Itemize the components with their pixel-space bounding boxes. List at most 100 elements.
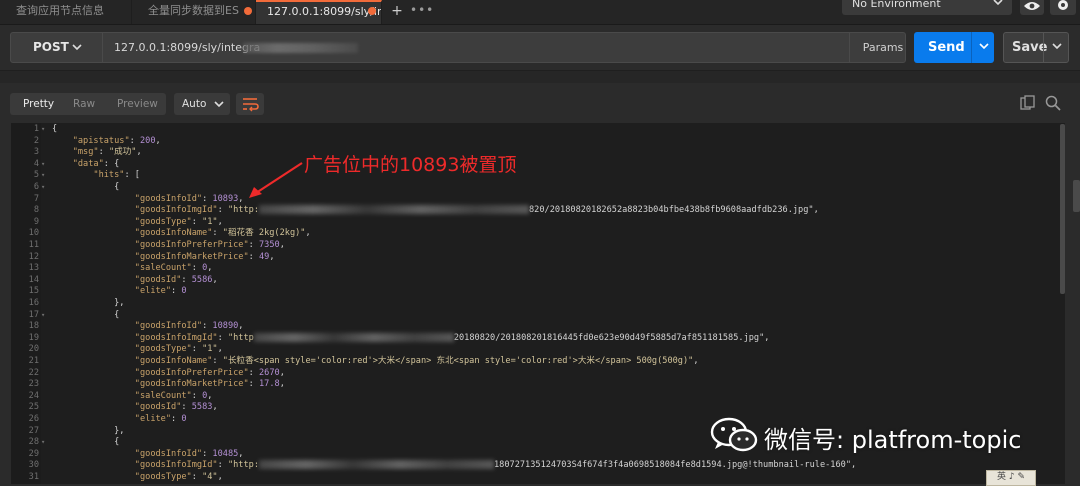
tab-0[interactable]: 查询应用节点信息 — [0, 0, 132, 24]
line-number: 27 — [28, 425, 39, 436]
code-text: "goodsType": "1", — [52, 217, 223, 229]
settings-button[interactable] — [1050, 0, 1076, 15]
code-text: "goodsInfoId": 10485, — [52, 449, 244, 461]
format-preview-button[interactable]: Preview — [117, 93, 158, 115]
code-segment: "msg": "成功", — [72, 147, 142, 158]
tab-2-active[interactable]: 127.0.0.1:8099/sly/in — [256, 0, 382, 24]
redacted-url-region — [259, 205, 529, 215]
code-text: "elite": 0 — [52, 414, 187, 426]
fold-toggle-icon[interactable]: ▾ — [41, 170, 45, 182]
line-number: 2 — [33, 135, 39, 146]
code-text: "goodsInfoName": "长粒香<span style='color:… — [52, 356, 699, 368]
line-number: 23 — [28, 379, 39, 390]
chevron-down-icon — [1052, 43, 1062, 50]
watermark: 微信号: platfrom-topic — [708, 414, 1058, 454]
code-text: "goodsInfoPreferPrice": 7350, — [52, 240, 285, 252]
code-segment: "goodsInfoPreferPrice": 7350, — [134, 240, 285, 250]
code-text: }, — [52, 426, 124, 438]
fold-toggle-icon[interactable]: ▾ — [41, 182, 45, 194]
save-options-button[interactable] — [1046, 32, 1068, 63]
line-number: 14 — [28, 274, 39, 285]
code-segment: "goodsId": 5586, — [134, 274, 218, 285]
format-pretty-button[interactable]: Pretty — [23, 93, 54, 115]
code-segment: "goodsInfoMarketPrice": 49, — [134, 251, 275, 262]
code-segment: "elite": 0 — [134, 286, 187, 297]
url-redacted-region — [243, 43, 358, 53]
code-text: "goodsInfoMarketPrice": 17.8, — [52, 379, 285, 391]
line-number: 28 — [28, 437, 39, 448]
code-segment: "goodsInfoName": "稻花香 2kg(2kg)", — [134, 228, 311, 239]
fold-toggle-icon[interactable]: ▾ — [41, 159, 45, 171]
code-line: 2 "apistatus": 200, — [11, 136, 1065, 148]
url-input[interactable]: 127.0.0.1:8099/sly/integra — [114, 33, 260, 62]
code-text: }, — [52, 298, 124, 310]
response-toolbar: Pretty Raw Preview Auto — [0, 83, 1080, 123]
wrap-lines-button[interactable] — [236, 93, 264, 115]
wrap-lines-icon — [243, 98, 259, 112]
pane-resize-handle[interactable] — [1073, 180, 1080, 212]
fold-toggle-icon[interactable]: ▾ — [41, 437, 45, 449]
annotation-label: 广告位中的10893被置顶 — [304, 154, 517, 176]
code-segment: "saleCount": 0, — [134, 390, 213, 401]
params-button[interactable]: Params — [849, 33, 916, 62]
code-line: 6 ▾ { — [11, 182, 1065, 194]
line-number: 19 — [28, 332, 39, 343]
tab-bar: 查询应用节点信息 全量同步数据到ES 127.0.0.1:8099/sly/in… — [0, 0, 1080, 25]
format-raw-button[interactable]: Raw — [73, 93, 95, 115]
code-line: 7 "goodsInfoId": 10893, — [11, 194, 1065, 206]
code-line: 10 "goodsInfoName": "稻花香 2kg(2kg)", — [11, 228, 1065, 240]
line-number: 16 — [28, 298, 39, 308]
send-options-button[interactable] — [974, 32, 994, 63]
code-text: "elite": 0 — [52, 286, 187, 298]
code-line: 22 "goodsInfoPreferPrice": 2670, — [11, 368, 1065, 380]
search-response-button[interactable] — [1045, 95, 1061, 111]
add-tab-button[interactable]: + — [388, 0, 406, 24]
copy-response-button[interactable] — [1020, 95, 1036, 111]
language-select[interactable]: Auto — [174, 93, 230, 115]
code-text: "goodsType": "1", — [52, 344, 223, 356]
code-text: "goodsInfoImgId": "http: 180727135124703S… — [52, 460, 856, 472]
tab-label: 127.0.0.1:8099/sly/in — [267, 5, 382, 18]
unsaved-dot-icon — [244, 7, 252, 15]
code-text: { — [52, 182, 119, 194]
code-line: 1 ▾ { — [11, 124, 1065, 136]
line-number: 17 — [28, 309, 39, 320]
method-select[interactable]: POST — [11, 33, 103, 62]
code-line: 14 "goodsId": 5586, — [11, 275, 1065, 287]
code-line: 18 "goodsInfoId": 10890, — [11, 321, 1065, 333]
code-line: 23 "goodsInfoMarketPrice": 17.8, — [11, 379, 1065, 391]
code-segment: { — [52, 309, 120, 320]
code-segment: { — [52, 182, 120, 192]
chevron-down-icon — [71, 33, 83, 73]
environment-select[interactable]: No Environment — [842, 0, 1012, 15]
code-line: 3 "msg": "成功", — [11, 147, 1065, 159]
code-line: 31 "goodsType": "4", — [11, 472, 1065, 484]
code-text: "goodsInfoPreferPrice": 2670, — [52, 368, 285, 380]
code-line: 21 "goodsInfoName": "长粒香<span style='col… — [11, 356, 1065, 368]
code-line: 4 ▾ "data": { — [11, 159, 1065, 171]
line-number: 11 — [28, 240, 39, 250]
code-segment: "goodsInfoId": 10890, — [134, 321, 244, 332]
search-icon — [1045, 95, 1061, 111]
line-number: 10 — [28, 228, 39, 239]
code-text: "hits": [ — [52, 170, 140, 182]
code-segment: "saleCount": 0, — [134, 263, 213, 274]
fold-toggle-icon[interactable]: ▾ — [41, 310, 45, 322]
fold-toggle-icon[interactable]: ▾ — [41, 124, 45, 136]
code-text: { — [52, 124, 57, 136]
line-number: 13 — [28, 263, 39, 274]
code-text: "msg": "成功", — [52, 147, 142, 159]
environment-quick-look-button[interactable] — [1020, 0, 1044, 15]
code-segment: "elite": 0 — [134, 414, 187, 424]
code-line: 11 "goodsInfoPreferPrice": 7350, — [11, 240, 1065, 252]
line-number: 30 — [28, 460, 39, 471]
line-number: 15 — [28, 286, 39, 297]
request-url-box: POST 127.0.0.1:8099/sly/integra Params — [10, 32, 906, 63]
more-tabs-button[interactable]: ••• — [410, 0, 433, 24]
code-line: 12 "goodsInfoMarketPrice": 49, — [11, 252, 1065, 264]
code-segment: "goodsInfoId": 10893, — [134, 193, 244, 204]
code-segment: "data": { — [72, 158, 120, 169]
code-line: 25 "goodsId": 5583, — [11, 402, 1065, 414]
response-scrollbar[interactable] — [1060, 124, 1065, 294]
tab-1[interactable]: 全量同步数据到ES — [132, 0, 256, 24]
